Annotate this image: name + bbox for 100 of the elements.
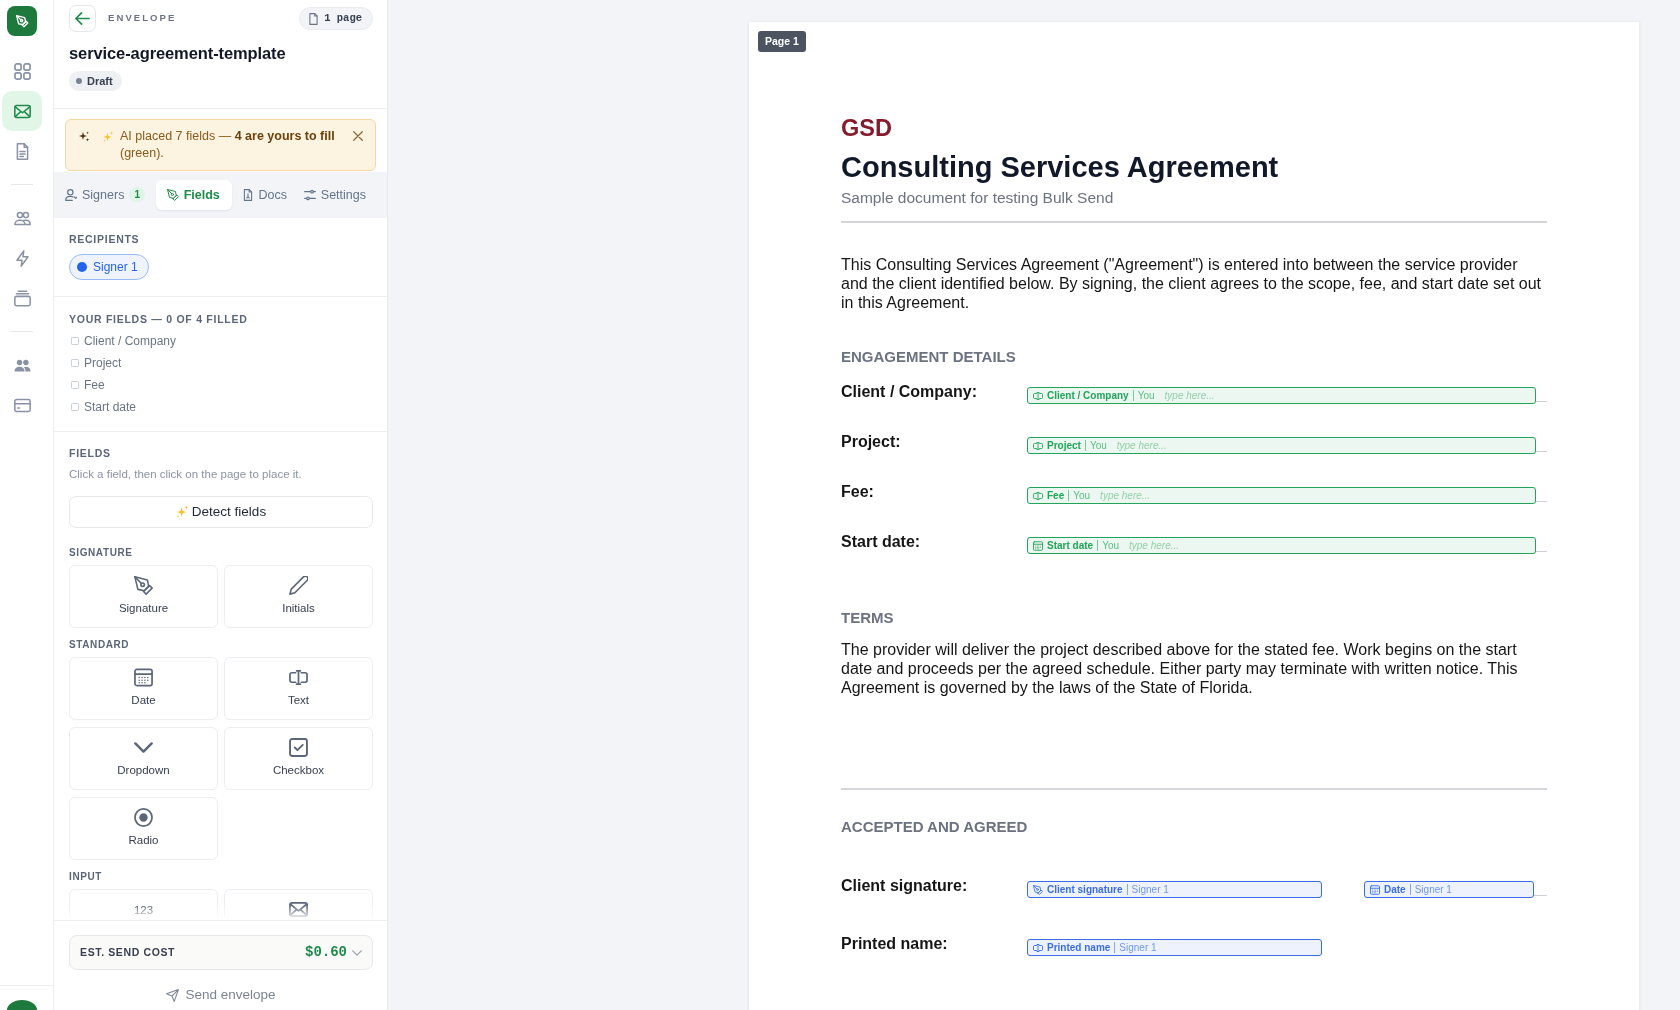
document-subtitle: Sample document for testing Bulk Send	[841, 188, 1115, 208]
chevron-down-icon	[352, 947, 362, 958]
recipient-chip[interactable]: Signer 1	[69, 253, 149, 280]
checkbox[interactable]	[71, 380, 79, 389]
group-title: INPUT	[69, 870, 103, 883]
body-paragraph: The provider will deliver the project described above for the stated fee. Work begins on the start date and proceeds per the agreed schedule. Either party may terminate with written notice. This Agreement is governed by the laws of the State of Florida.	[841, 640, 1519, 697]
field-name: Client / Company	[84, 332, 177, 350]
person-icon	[65, 188, 77, 201]
status-dot-icon	[76, 78, 82, 84]
section-title: RECIPIENTS	[69, 231, 141, 246]
field-assignee: Signer 1	[1114, 942, 1157, 953]
logo-icon	[7, 6, 37, 36]
field-assignee: You	[1132, 390, 1155, 401]
back-button[interactable]	[69, 5, 96, 32]
pencil-icon	[289, 575, 308, 595]
arrow-left-icon	[75, 11, 90, 26]
text-input[interactable]: type here...	[1110, 439, 1530, 452]
section-heading: ENGAGEMENT DETAILS	[841, 348, 1017, 366]
section-heading: TERMS	[841, 609, 895, 627]
calendar-icon	[1370, 884, 1380, 895]
paper-plane-icon	[166, 988, 180, 1002]
tab[interactable]: Fields	[155, 179, 232, 210]
field-type-button[interactable]: Text	[224, 656, 373, 720]
close-button[interactable]	[351, 129, 365, 143]
page-count: 1 page	[324, 10, 362, 26]
users-icon	[13, 209, 31, 227]
checkbox[interactable]	[71, 336, 79, 345]
radio-icon	[134, 807, 153, 827]
lightning-icon	[13, 249, 31, 267]
calendar-icon	[134, 667, 153, 687]
field-name: Project	[84, 354, 122, 372]
row-label: Client / Company:	[841, 382, 978, 402]
envelope-icon	[289, 899, 308, 919]
field-assignee: Signer 1	[1126, 884, 1169, 895]
field-label: Client / Company	[1047, 389, 1129, 403]
body-paragraph: This Consulting Services Agreement ("Agreement") is entered into between the service provider and the client identified below. By signing, the client agrees to the scope, fee, and start date set out in this Agreement.	[841, 255, 1542, 312]
tab[interactable]: Settings	[297, 179, 373, 210]
pen-nib-icon	[166, 188, 179, 201]
field-name: Fee	[84, 376, 105, 394]
avatar-icon[interactable]	[7, 1000, 37, 1010]
file-icon	[241, 188, 254, 201]
brand-name: GSD	[841, 114, 893, 142]
placed-field[interactable]: Date Signer 1	[1364, 881, 1534, 898]
field-type-button[interactable]: Signature	[69, 564, 218, 628]
section-title: FIELDS	[69, 445, 112, 460]
file-icon	[308, 12, 320, 25]
field-label: Printed name	[1047, 941, 1111, 955]
group-title: SIGNATURE	[69, 546, 134, 559]
placed-field[interactable]: Project You type here...	[1027, 437, 1536, 454]
row-label: Printed name:	[841, 934, 949, 954]
field-assignee: Signer 1	[1409, 884, 1452, 895]
nav-item[interactable]	[2, 91, 42, 131]
tab[interactable]: Signers 1	[59, 179, 152, 210]
sparkle-icon	[78, 131, 90, 143]
tab[interactable]: Docs	[235, 179, 295, 210]
placed-field[interactable]: Printed name Signer 1	[1027, 939, 1322, 956]
envelope-title: service-agreement-template	[69, 43, 287, 64]
section-title: YOUR FIELDS — 0 OF 4 FILLED	[69, 311, 249, 326]
hint-text: Click a field, then click on the page to place it.	[69, 466, 303, 482]
field-assignee: You	[1097, 540, 1119, 551]
document-title: Consulting Services Agreement	[841, 150, 1280, 185]
text-cursor-icon	[1033, 390, 1043, 401]
field-type-button[interactable]: Checkbox	[224, 726, 373, 790]
field-label: Project	[1047, 439, 1081, 453]
checkbox[interactable]	[71, 358, 79, 367]
placed-field[interactable]: Client signature Signer 1	[1027, 881, 1322, 898]
placed-field[interactable]: Client / Company You type here...	[1027, 387, 1536, 404]
checkbox[interactable]	[71, 402, 79, 411]
page-label: Page 1	[758, 31, 806, 52]
credit-card-icon	[13, 396, 31, 414]
envelope-icon	[13, 102, 31, 120]
text-input[interactable]: type here...	[1158, 389, 1530, 402]
pen-nib-icon	[134, 575, 153, 595]
field-type-button[interactable]: Initials	[224, 564, 373, 628]
text-input[interactable]: type here...	[1123, 539, 1530, 552]
text-cursor-icon	[289, 667, 308, 687]
text-input[interactable]: type here...	[1094, 489, 1530, 502]
status-label: Draft	[87, 73, 113, 89]
group-title: STANDARD	[69, 638, 131, 651]
placed-field[interactable]: Start date You type here...	[1027, 537, 1536, 554]
pen-nib-icon	[1033, 884, 1043, 895]
text-cursor-icon	[1033, 490, 1043, 501]
placed-field[interactable]: Fee You type here...	[1027, 487, 1536, 504]
field-type-button[interactable]: Date	[69, 656, 218, 720]
checkbox-icon	[289, 737, 308, 757]
detect-fields-button[interactable]: Detect fields	[69, 495, 373, 528]
field-label: Start date	[1047, 539, 1094, 553]
calendar-icon	[1033, 540, 1043, 551]
field-type-button[interactable]: Radio	[69, 796, 218, 860]
row-label: Start date:	[841, 532, 922, 552]
sparkle-icon	[175, 505, 189, 519]
cost-value: $0.60	[305, 943, 347, 962]
close-icon	[353, 131, 363, 141]
text-cursor-icon	[1033, 942, 1043, 953]
field-label: Fee	[1047, 489, 1065, 503]
field-type-button[interactable]: Dropdown	[69, 726, 218, 790]
send-cost-summary[interactable]: EST. SEND COST $0.60	[69, 935, 373, 970]
field-label: Date	[1384, 883, 1406, 897]
cost-label: EST. SEND COST	[80, 944, 176, 960]
row-label: Fee:	[841, 482, 875, 502]
